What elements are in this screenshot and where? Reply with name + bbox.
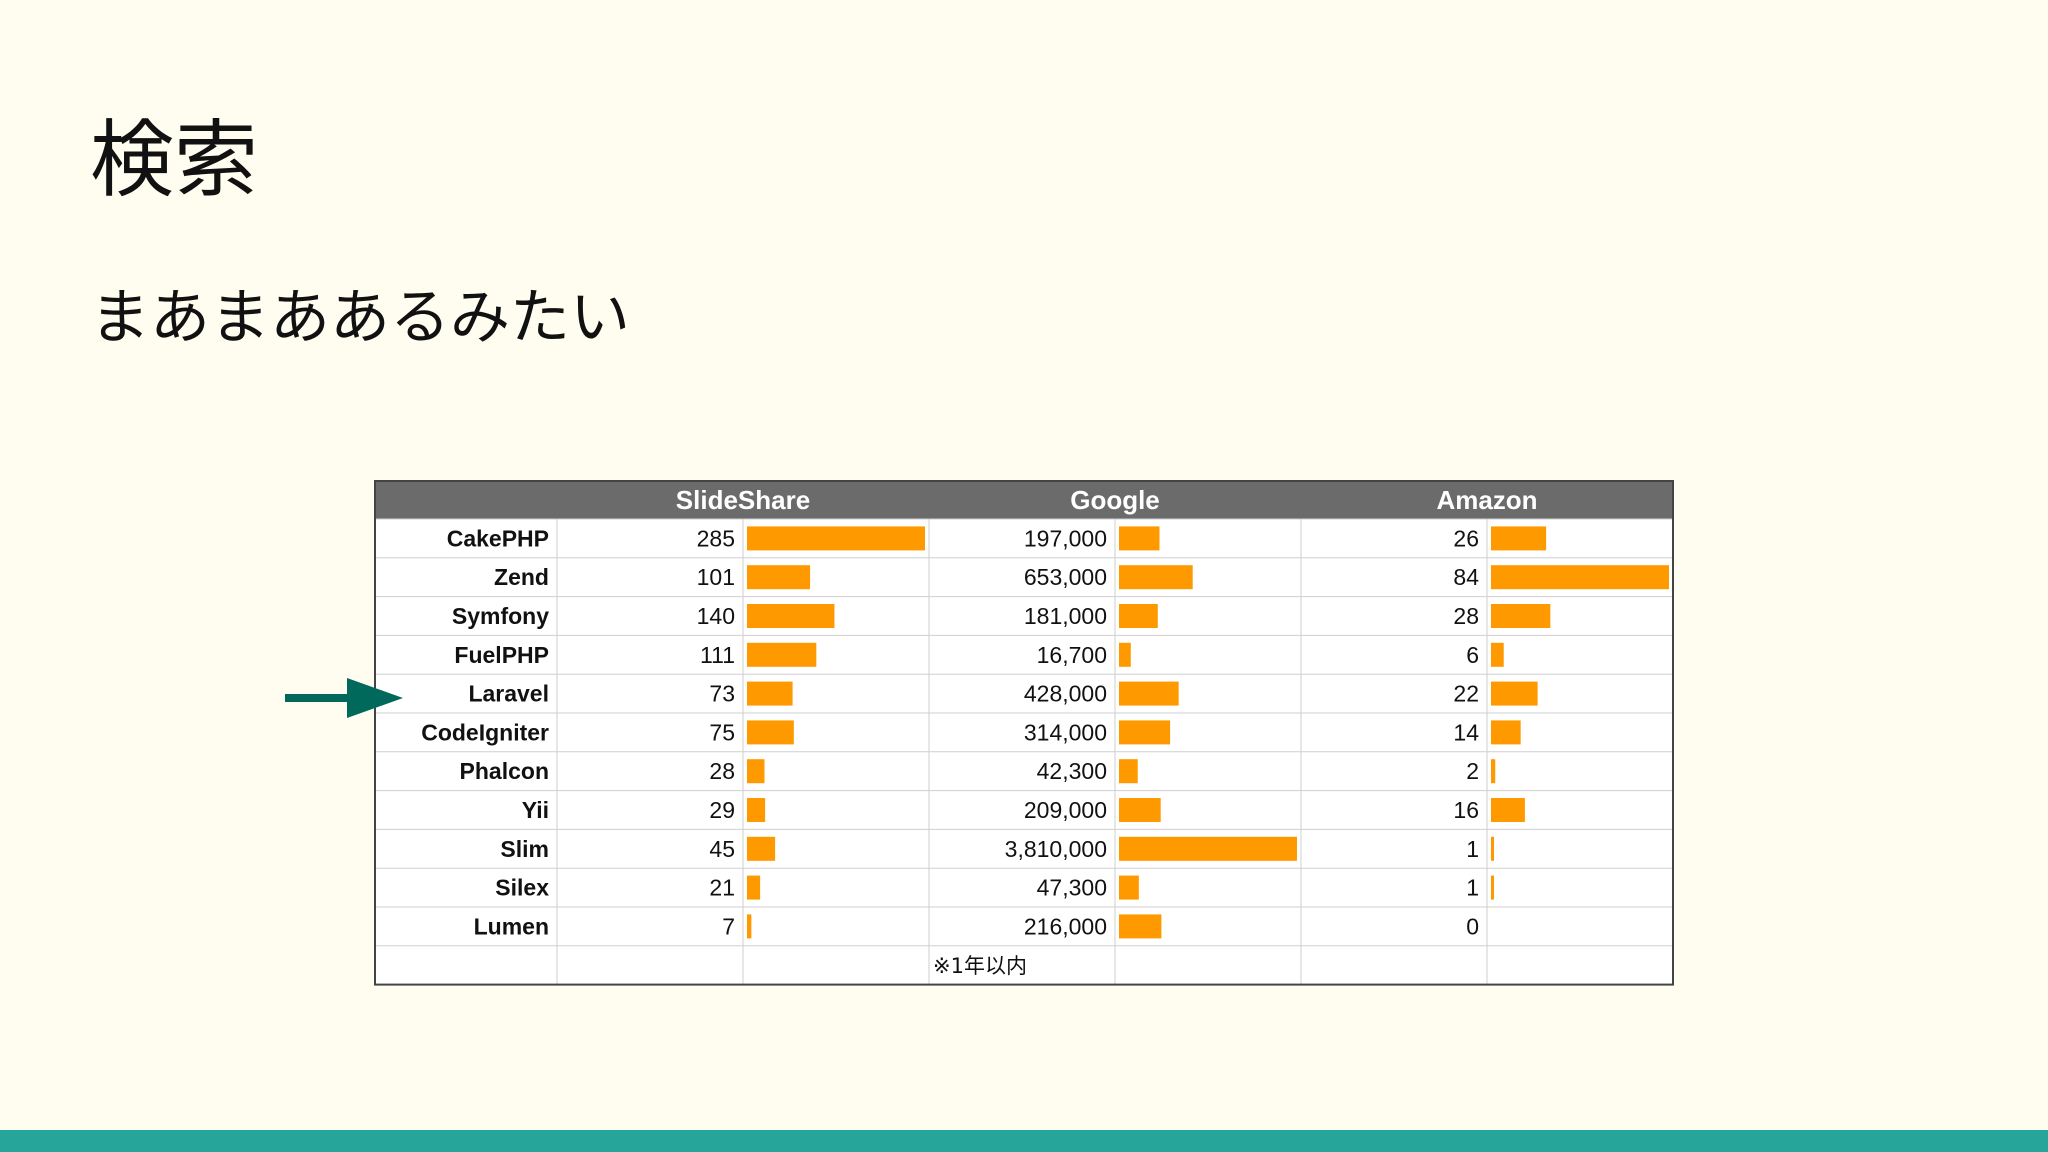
bar-slideshare	[747, 681, 793, 706]
value-slideshare: 73	[709, 681, 735, 707]
bar-google	[1119, 604, 1158, 628]
bar-slideshare	[747, 526, 925, 551]
value-google: 209,000	[1024, 797, 1107, 823]
bar-slideshare	[747, 642, 817, 667]
bar-slideshare	[747, 604, 835, 628]
bar-amazon	[1491, 681, 1538, 706]
value-slideshare: 285	[697, 525, 735, 551]
row-label-silex: Silex	[495, 875, 549, 901]
bar-amazon	[1491, 875, 1494, 900]
value-amazon: 2	[1466, 758, 1479, 784]
bar-slideshare	[747, 875, 761, 900]
value-slideshare: 7	[722, 913, 735, 939]
value-slideshare: 75	[709, 719, 735, 745]
row-label-phalcon: Phalcon	[460, 758, 549, 784]
row-label-slim: Slim	[500, 836, 549, 862]
value-slideshare: 21	[709, 875, 735, 901]
bar-slideshare	[747, 759, 765, 784]
value-amazon: 84	[1453, 564, 1479, 590]
value-amazon: 6	[1466, 642, 1479, 668]
bar-google	[1119, 565, 1193, 590]
value-amazon: 14	[1453, 719, 1479, 745]
bar-google	[1119, 875, 1139, 900]
value-amazon: 28	[1453, 603, 1479, 629]
value-amazon: 0	[1466, 913, 1479, 939]
value-amazon: 22	[1453, 681, 1479, 707]
bar-slideshare	[747, 720, 794, 745]
bar-google	[1119, 681, 1179, 706]
value-slideshare: 45	[709, 836, 735, 862]
value-slideshare: 28	[709, 758, 735, 784]
bar-slideshare	[747, 565, 811, 590]
value-amazon: 1	[1466, 836, 1479, 862]
value-google: 197,000	[1024, 525, 1107, 551]
bar-google	[1119, 836, 1297, 861]
value-amazon: 1	[1466, 875, 1479, 901]
bar-google	[1119, 526, 1160, 551]
bar-google	[1119, 720, 1171, 745]
search-comparison-table: SlideShare Google Amazon CakePHP 285 197,000 2…	[374, 480, 1674, 986]
right-arrow-icon	[285, 678, 403, 718]
bar-slideshare	[747, 914, 752, 939]
column-header-amazon: Amazon	[1436, 485, 1537, 515]
bar-amazon	[1491, 759, 1496, 784]
bar-amazon	[1491, 720, 1521, 745]
bar-amazon	[1491, 798, 1525, 822]
bar-amazon	[1491, 642, 1504, 667]
column-header-google: Google	[1070, 485, 1160, 515]
bar-slideshare	[747, 798, 766, 822]
value-amazon: 26	[1453, 525, 1479, 551]
value-slideshare: 140	[697, 603, 735, 629]
bar-google	[1119, 642, 1131, 667]
row-label-symfony: Symfony	[452, 603, 549, 629]
row-label-fuelphp: FuelPHP	[454, 642, 549, 668]
value-google: 16,700	[1037, 642, 1107, 668]
row-label-yii: Yii	[522, 797, 549, 823]
bar-google	[1119, 759, 1138, 784]
value-google: 181,000	[1024, 603, 1107, 629]
value-slideshare: 111	[700, 642, 735, 668]
bar-amazon	[1491, 565, 1669, 590]
bar-google	[1119, 914, 1162, 939]
value-google: 216,000	[1024, 913, 1107, 939]
bar-amazon	[1491, 526, 1547, 551]
value-google: 314,000	[1024, 719, 1107, 745]
bar-amazon	[1491, 836, 1494, 861]
row-label-laravel: Laravel	[468, 681, 549, 707]
row-label-cakephp: CakePHP	[447, 525, 549, 551]
value-amazon: 16	[1453, 797, 1479, 823]
row-label-lumen: Lumen	[474, 913, 549, 939]
bar-slideshare	[747, 836, 776, 861]
value-google: 653,000	[1024, 564, 1107, 590]
bar-amazon	[1491, 604, 1551, 628]
row-label-zend: Zend	[494, 564, 549, 590]
value-google: 428,000	[1024, 681, 1107, 707]
table-note: ※1年以内	[933, 954, 1027, 978]
column-header-slideshare: SlideShare	[676, 485, 810, 515]
bottom-accent-bar	[0, 1130, 2048, 1152]
value-google: 42,300	[1037, 758, 1107, 784]
value-slideshare: 29	[709, 797, 735, 823]
bar-google	[1119, 798, 1161, 822]
value-google: 47,300	[1037, 875, 1107, 901]
value-google: 3,810,000	[1005, 836, 1107, 862]
row-label-codeigniter: CodeIgniter	[421, 719, 549, 745]
value-slideshare: 101	[697, 564, 735, 590]
